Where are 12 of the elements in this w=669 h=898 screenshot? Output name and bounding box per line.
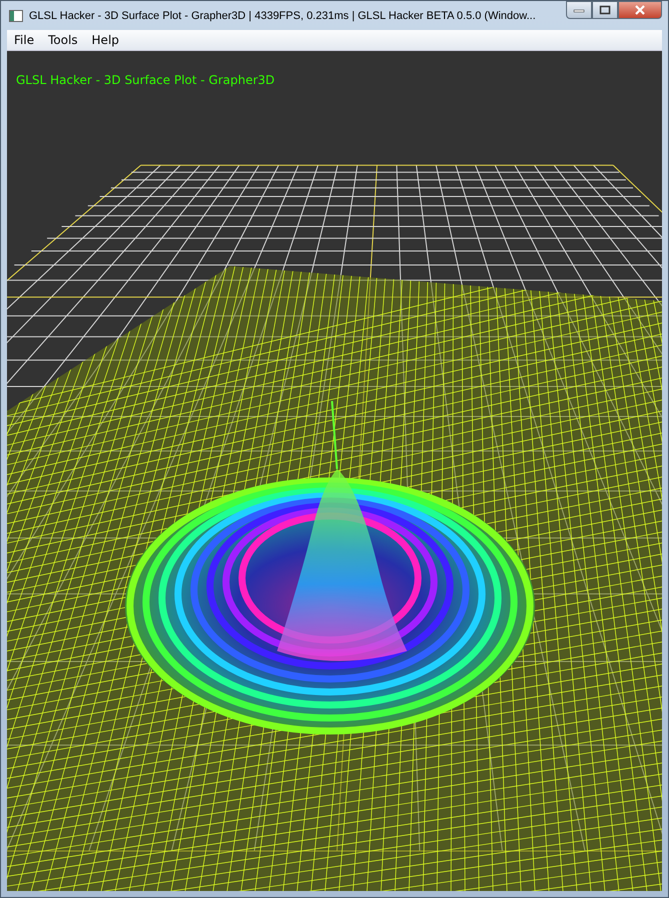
maximize-icon (599, 5, 611, 15)
close-button[interactable] (618, 1, 662, 19)
close-icon (634, 5, 646, 15)
window-title: GLSL Hacker - 3D Surface Plot - Grapher3D | 4339FPS, 0.231ms | GLSL Hacker BETA 0.5.0 (Window... (29, 10, 537, 22)
minimize-button[interactable] (566, 1, 592, 19)
minimize-icon (573, 7, 585, 13)
maximize-button[interactable] (592, 1, 618, 19)
menu-item[interactable]: File (9, 32, 40, 48)
app-icon (9, 10, 23, 22)
menu-item[interactable]: Help (86, 32, 124, 48)
menu-item[interactable]: Tools (43, 32, 83, 48)
viewport-overlay-text: GLSL Hacker - 3D Surface Plot - Grapher3D (16, 73, 275, 87)
